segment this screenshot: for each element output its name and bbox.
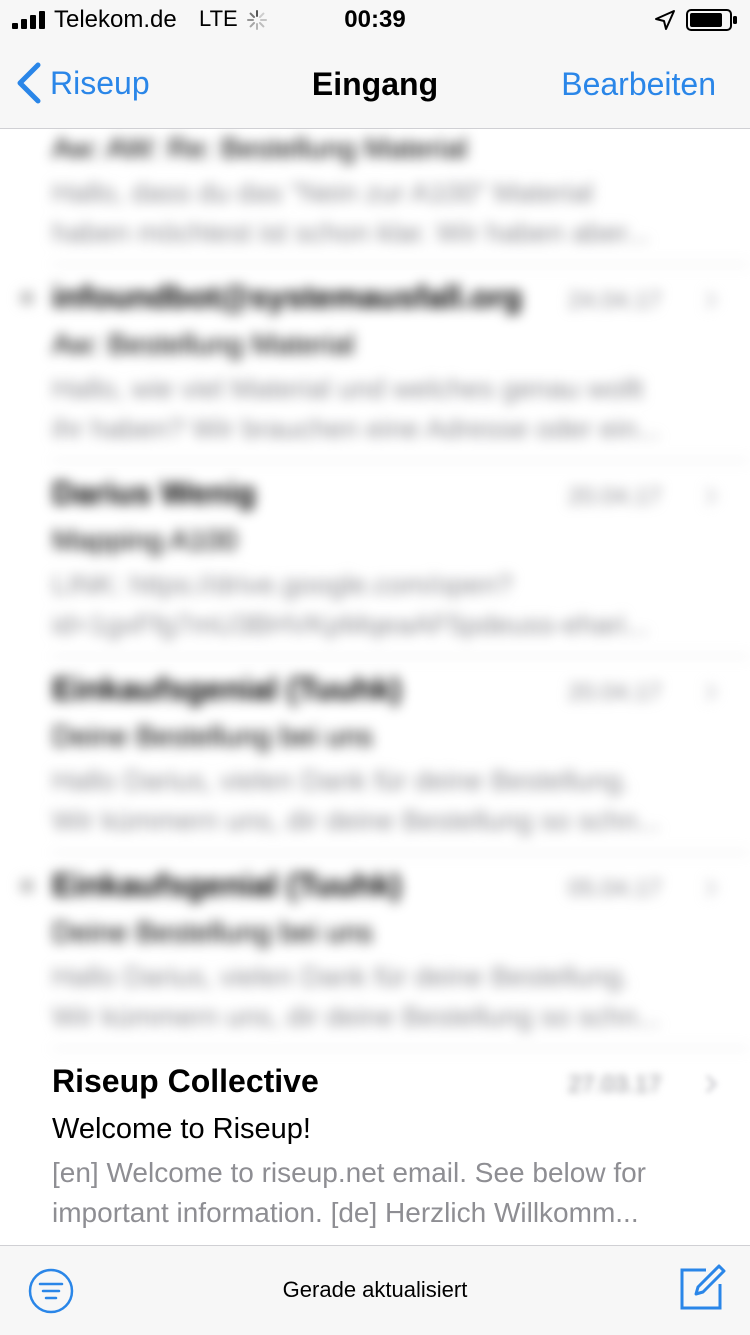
mail-preview-line: important information. [de] Herzlich Wil…: [52, 1197, 639, 1228]
mail-date: 20.04.17: [568, 483, 662, 510]
update-status: Gerade aktualisiert: [282, 1277, 468, 1302]
clock: 00:39: [344, 6, 406, 33]
mail-item[interactable]: Aw: AW: Re: Bestellung Material Hallo, d…: [0, 129, 750, 265]
mail-preview-line: Wir kümmern uns, dir deine Bestellung so…: [52, 1001, 661, 1032]
mail-item[interactable]: Einkaufsgenial (Tuuhk) 05.04.17 Deine Be…: [0, 853, 750, 1049]
mail-preview: Hallo Darius, vielen Dank für deine Best…: [52, 761, 722, 841]
back-button-label: Riseup: [50, 64, 150, 101]
mail-preview: [en] Welcome to riseup.net email. See be…: [52, 1153, 722, 1233]
unread-dot: [20, 291, 34, 305]
chevron-right-icon: [705, 486, 718, 506]
mail-item[interactable]: Darius Wenig 20.04.17 Mapping A100 LINK:…: [0, 461, 750, 657]
navigation-bar: Riseup Eingang Bearbeiten: [0, 40, 750, 129]
mail-sender: infoundbot@systemausfall.org: [52, 279, 523, 315]
mail-list[interactable]: Aw: AW: Re: Bestellung Material Hallo, d…: [0, 129, 750, 1245]
mail-subject: Deine Bestellung bei uns: [52, 917, 373, 949]
mail-subject: Welcome to Riseup!: [52, 1113, 311, 1145]
mail-date: 24.04.17: [568, 287, 662, 314]
mail-preview-line: Hallo, wie viel Material und welches gen…: [52, 373, 644, 404]
back-button[interactable]: Riseup: [14, 60, 150, 106]
mail-preview-line: Hallo Darius, vielen Dank für deine Best…: [52, 961, 630, 992]
location-arrow-icon: [655, 10, 675, 30]
battery-icon: [686, 9, 737, 31]
status-bar: Telekom.de LTE 00:39: [0, 0, 750, 40]
bottom-toolbar: Gerade aktualisiert: [0, 1245, 750, 1335]
mail-item[interactable]: infoundbot@systemausfall.org 24.04.17 Aw…: [0, 265, 750, 461]
mail-sender: Einkaufsgenial (Tuuhk): [52, 671, 402, 707]
mail-preview-line: Hallo, dass du das "Nein zur A100" Mater…: [52, 177, 594, 208]
mail-preview: Hallo, dass du das "Nein zur A100" Mater…: [52, 173, 722, 253]
mail-preview-line: id=1gxFfg7mU3BHVKpMqeaAF5pdeuss-ehari...: [52, 609, 649, 640]
mail-preview-line: Hallo Darius, vielen Dank für deine Best…: [52, 765, 630, 796]
mail-preview: Hallo, wie viel Material und welches gen…: [52, 369, 722, 449]
mail-preview-line: [en] Welcome to riseup.net email. See be…: [52, 1157, 647, 1188]
compose-icon[interactable]: [678, 1262, 728, 1312]
mail-subject: Aw: Bestellung Material: [52, 329, 355, 361]
mail-preview-line: Wir kümmern uns, dir deine Bestellung so…: [52, 805, 661, 836]
mail-item[interactable]: Riseup Collective 27.03.17 Welcome to Ri…: [0, 1049, 750, 1245]
mail-subject: Aw: AW: Re: Bestellung Material: [52, 133, 468, 165]
mail-sender: Darius Wenig: [52, 475, 256, 511]
mail-item[interactable]: Einkaufsgenial (Tuuhk) 20.04.17 Deine Be…: [0, 657, 750, 853]
chevron-right-icon: [705, 682, 718, 702]
mail-preview: LINK: https://drive.google.com/open? id=…: [52, 565, 722, 645]
chevron-right-icon: [705, 1074, 718, 1094]
chevron-left-icon: [17, 62, 41, 104]
chevron-right-icon: [705, 290, 718, 310]
mail-sender: Einkaufsgenial (Tuuhk): [52, 867, 402, 903]
mail-date: 27.03.17: [568, 1071, 662, 1098]
edit-button[interactable]: Bearbeiten: [561, 66, 716, 103]
mail-preview-line: LINK: https://drive.google.com/open?: [52, 569, 513, 600]
filter-icon[interactable]: [28, 1268, 74, 1314]
mail-date: 20.04.17: [568, 679, 662, 706]
mail-sender: Riseup Collective: [52, 1063, 319, 1099]
unread-dot: [20, 879, 34, 893]
mail-preview-line: ihr haben? Wir brauchen eine Adresse ode…: [52, 413, 661, 444]
mail-preview: Hallo Darius, vielen Dank für deine Best…: [52, 957, 722, 1037]
chevron-right-icon: [705, 878, 718, 898]
mail-subject: Deine Bestellung bei uns: [52, 721, 373, 753]
mail-date: 05.04.17: [568, 875, 662, 902]
mail-preview-line: haben möchtest ist schon klar. Wir haben…: [52, 217, 650, 248]
mail-subject: Mapping A100: [52, 525, 238, 557]
